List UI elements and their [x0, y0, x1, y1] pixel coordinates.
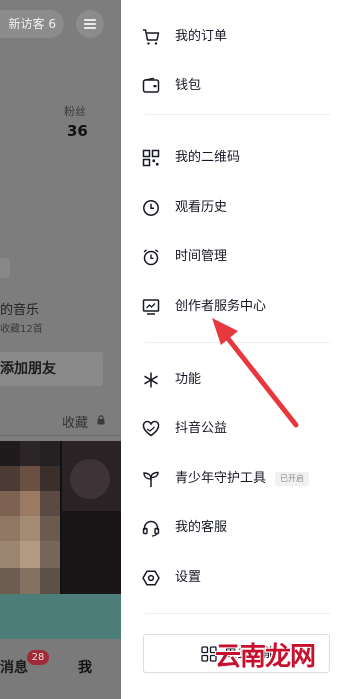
drawer-divider [145, 613, 331, 614]
alarm-icon [143, 249, 159, 266]
messages-badge: 28 [27, 650, 49, 665]
hexagon-settings-icon [142, 570, 160, 586]
tab-divider [0, 435, 121, 436]
wallet-icon [142, 77, 160, 93]
fans-count[interactable]: 36 [67, 122, 88, 140]
drawer-item-customer-service[interactable]: 我的客服 [121, 506, 346, 550]
site-watermark: 云南龙网 [205, 626, 342, 696]
nav-messages[interactable]: 消息 [0, 657, 28, 677]
video-thumbnail[interactable] [62, 441, 121, 594]
drawer-item-charity[interactable]: 抖音公益 [121, 407, 346, 451]
heart-hands-icon [142, 420, 160, 437]
cart-icon [143, 29, 160, 45]
menu-button[interactable] [76, 10, 104, 38]
drawer-item-label: 设置 [175, 570, 202, 585]
headset-icon [142, 520, 160, 537]
bottom-thumbnail-row [0, 594, 121, 639]
fans-label: 粉丝 [64, 105, 86, 118]
drawer-item-label: 功能 [175, 372, 202, 387]
clock-icon [143, 200, 159, 216]
sprout-icon [143, 471, 159, 487]
sparkle-icon [144, 372, 158, 388]
drawer-item-label: 我的二维码 [175, 150, 241, 165]
monitor-chart-icon [142, 299, 160, 315]
drawer-item-label: 青少年守护工具 [175, 471, 267, 486]
drawer-item-creator-center[interactable]: 创作者服务中心 [121, 285, 346, 329]
drawer-item-time-management[interactable]: 时间管理 [121, 235, 346, 279]
my-music-title[interactable]: 我的音乐 [0, 299, 39, 318]
nav-me[interactable]: 我 [78, 657, 92, 677]
profile-tag-edge [0, 258, 10, 278]
drawer-divider [145, 342, 331, 343]
drawer-item-label: 我的客服 [175, 520, 228, 535]
drawer-item-orders[interactable]: 我的订单 [121, 15, 346, 59]
video-thumbnail-blurred[interactable] [0, 441, 60, 594]
drawer-divider [145, 114, 331, 115]
drawer-item-label: 观看历史 [175, 200, 228, 215]
side-drawer: 我的订单 钱包 我的二维码 观看历史 时间管理 创作者服务中心 功能 抖音公益 … [121, 0, 346, 699]
drawer-item-label: 我的订单 [175, 29, 228, 44]
add-friend-button[interactable]: 添加朋友 [0, 352, 103, 386]
drawer-item-label: 钱包 [175, 78, 202, 93]
drawer-item-features[interactable]: 功能 [121, 358, 346, 402]
lock-icon [97, 415, 105, 425]
qrcode-icon [142, 149, 160, 167]
new-visitor-pill[interactable]: 新访客 6 [0, 10, 64, 38]
drawer-item-qrcode[interactable]: 我的二维码 [121, 136, 346, 180]
profile-page-dimmed[interactable]: 新访客 6 粉丝 36 我的音乐 已收藏12首 添加朋友 收藏 [0, 0, 121, 699]
tab-collect[interactable]: 收藏 [62, 412, 88, 431]
my-music-subtitle: 已收藏12首 [0, 324, 43, 335]
watermark-text: 云南龙网 [215, 642, 316, 672]
drawer-item-label: 时间管理 [175, 249, 228, 264]
drawer-item-settings[interactable]: 设置 [121, 556, 346, 600]
drawer-item-teen-guard[interactable]: 青少年守护工具 已开启 [121, 457, 346, 501]
drawer-item-wallet[interactable]: 钱包 [121, 64, 346, 108]
drawer-item-history[interactable]: 观看历史 [121, 186, 346, 230]
drawer-item-label: 创作者服务中心 [175, 299, 267, 314]
enabled-badge: 已开启 [275, 472, 309, 486]
drawer-item-label: 抖音公益 [175, 421, 228, 436]
